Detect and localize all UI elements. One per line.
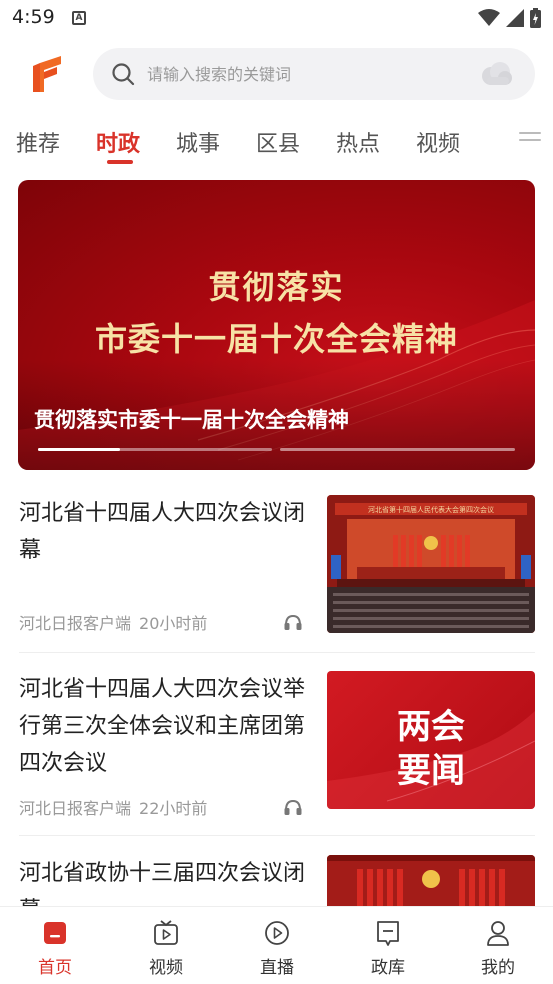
category-tabs: 推荐 时政 城事 区县 热点 视频 <box>0 118 553 168</box>
news-thumbnail <box>327 855 535 907</box>
nav-label: 我的 <box>481 958 515 978</box>
bookmark-icon <box>377 921 399 946</box>
news-time: 20小时前 <box>139 614 208 633</box>
bottom-navigation: 首页 视频 直播 政库 我的 <box>0 906 553 984</box>
divider <box>19 652 535 653</box>
nav-live[interactable]: 直播 <box>222 907 332 984</box>
nav-label: 视频 <box>149 958 183 978</box>
news-meta: 河北日报客户端 22小时前 <box>19 795 207 819</box>
search-icon <box>112 63 135 86</box>
banner-dot <box>280 448 515 451</box>
nav-video[interactable]: 视频 <box>111 907 221 984</box>
headphone-icon[interactable] <box>283 613 303 631</box>
thumb-text-line1: 两会 <box>397 707 465 747</box>
headphone-icon[interactable] <box>283 798 303 816</box>
banner-pagination <box>38 448 515 452</box>
status-bar: 4:59 A <box>0 0 553 36</box>
status-icons <box>478 8 541 28</box>
person-icon <box>487 921 509 946</box>
home-icon <box>44 922 66 944</box>
featured-banner[interactable]: 贯彻落实 市委十一届十次全会精神 贯彻落实市委十一届十次全会精神 <box>18 180 535 470</box>
divider <box>19 835 535 836</box>
cloud-icon[interactable] <box>479 60 513 88</box>
tab-districts[interactable]: 区县 <box>256 126 300 158</box>
notification-icon: A <box>72 11 86 25</box>
news-title: 河北省十四届人大四次会议举行第三次全体会议和主席团第四次会议 <box>19 677 306 776</box>
active-tab-indicator <box>107 160 133 164</box>
nav-label: 首页 <box>38 958 72 978</box>
congress-hall-image: 河北省第十四届人民代表大会第四次会议 <box>327 495 535 633</box>
thumb-banner-text: 河北省第十四届人民代表大会第四次会议 <box>368 505 494 514</box>
header <box>0 40 553 108</box>
wifi-icon <box>478 9 500 26</box>
nav-home[interactable]: 首页 <box>0 907 110 984</box>
news-item[interactable]: 河北省十四届人大四次会议闭幕 河北日报客户端 20小时前 河北省第十四届人民代表大… <box>0 495 553 653</box>
news-thumbnail: 河北省第十四届人民代表大会第四次会议 <box>327 495 535 633</box>
news-thumbnail: 两会 要闻 <box>327 671 535 809</box>
banner-caption: 贯彻落实市委十一届十次全会精神 <box>34 408 349 432</box>
banner-headline-line2: 市委十一届十次全会精神 <box>94 320 458 358</box>
battery-icon <box>530 8 541 28</box>
tv-icon <box>154 920 178 945</box>
search-input[interactable] <box>147 48 467 100</box>
thumb-text-line2: 要闻 <box>397 751 465 791</box>
news-item[interactable]: 河北省政协十三届四次会议闭幕 <box>0 855 553 907</box>
news-time: 22小时前 <box>139 799 208 818</box>
banner-headline-line1: 贯彻落实 <box>208 268 345 306</box>
nav-label: 直播 <box>260 958 294 978</box>
news-source: 河北日报客户端 <box>19 799 132 818</box>
news-source: 河北日报客户端 <box>19 614 132 633</box>
news-title: 河北省十四届人大四次会议闭幕 <box>19 501 306 563</box>
tab-recommend[interactable]: 推荐 <box>16 126 60 158</box>
nav-label: 政库 <box>371 958 405 978</box>
status-time: 4:59 <box>12 6 55 28</box>
signal-icon <box>506 9 524 27</box>
nav-profile[interactable]: 我的 <box>443 907 553 984</box>
search-bar[interactable] <box>93 48 535 100</box>
app-logo-icon[interactable] <box>30 54 64 94</box>
menu-icon <box>519 132 541 148</box>
banner-dot-active <box>38 448 120 451</box>
nav-library[interactable]: 政库 <box>333 907 443 984</box>
news-title: 河北省政协十三届四次会议闭幕 <box>19 861 306 907</box>
tab-politics[interactable]: 时政 <box>96 126 140 158</box>
news-item[interactable]: 河北省十四届人大四次会议举行第三次全体会议和主席团第四次会议 河北日报客户端 22… <box>0 671 553 833</box>
news-meta: 河北日报客户端 20小时前 <box>19 610 207 634</box>
tab-city[interactable]: 城事 <box>176 126 220 158</box>
congress-stage-image <box>327 855 535 907</box>
tab-menu-button[interactable] <box>503 118 553 164</box>
play-icon <box>265 921 289 945</box>
tab-hot[interactable]: 热点 <box>336 126 380 158</box>
tab-video[interactable]: 视频 <box>416 126 460 158</box>
